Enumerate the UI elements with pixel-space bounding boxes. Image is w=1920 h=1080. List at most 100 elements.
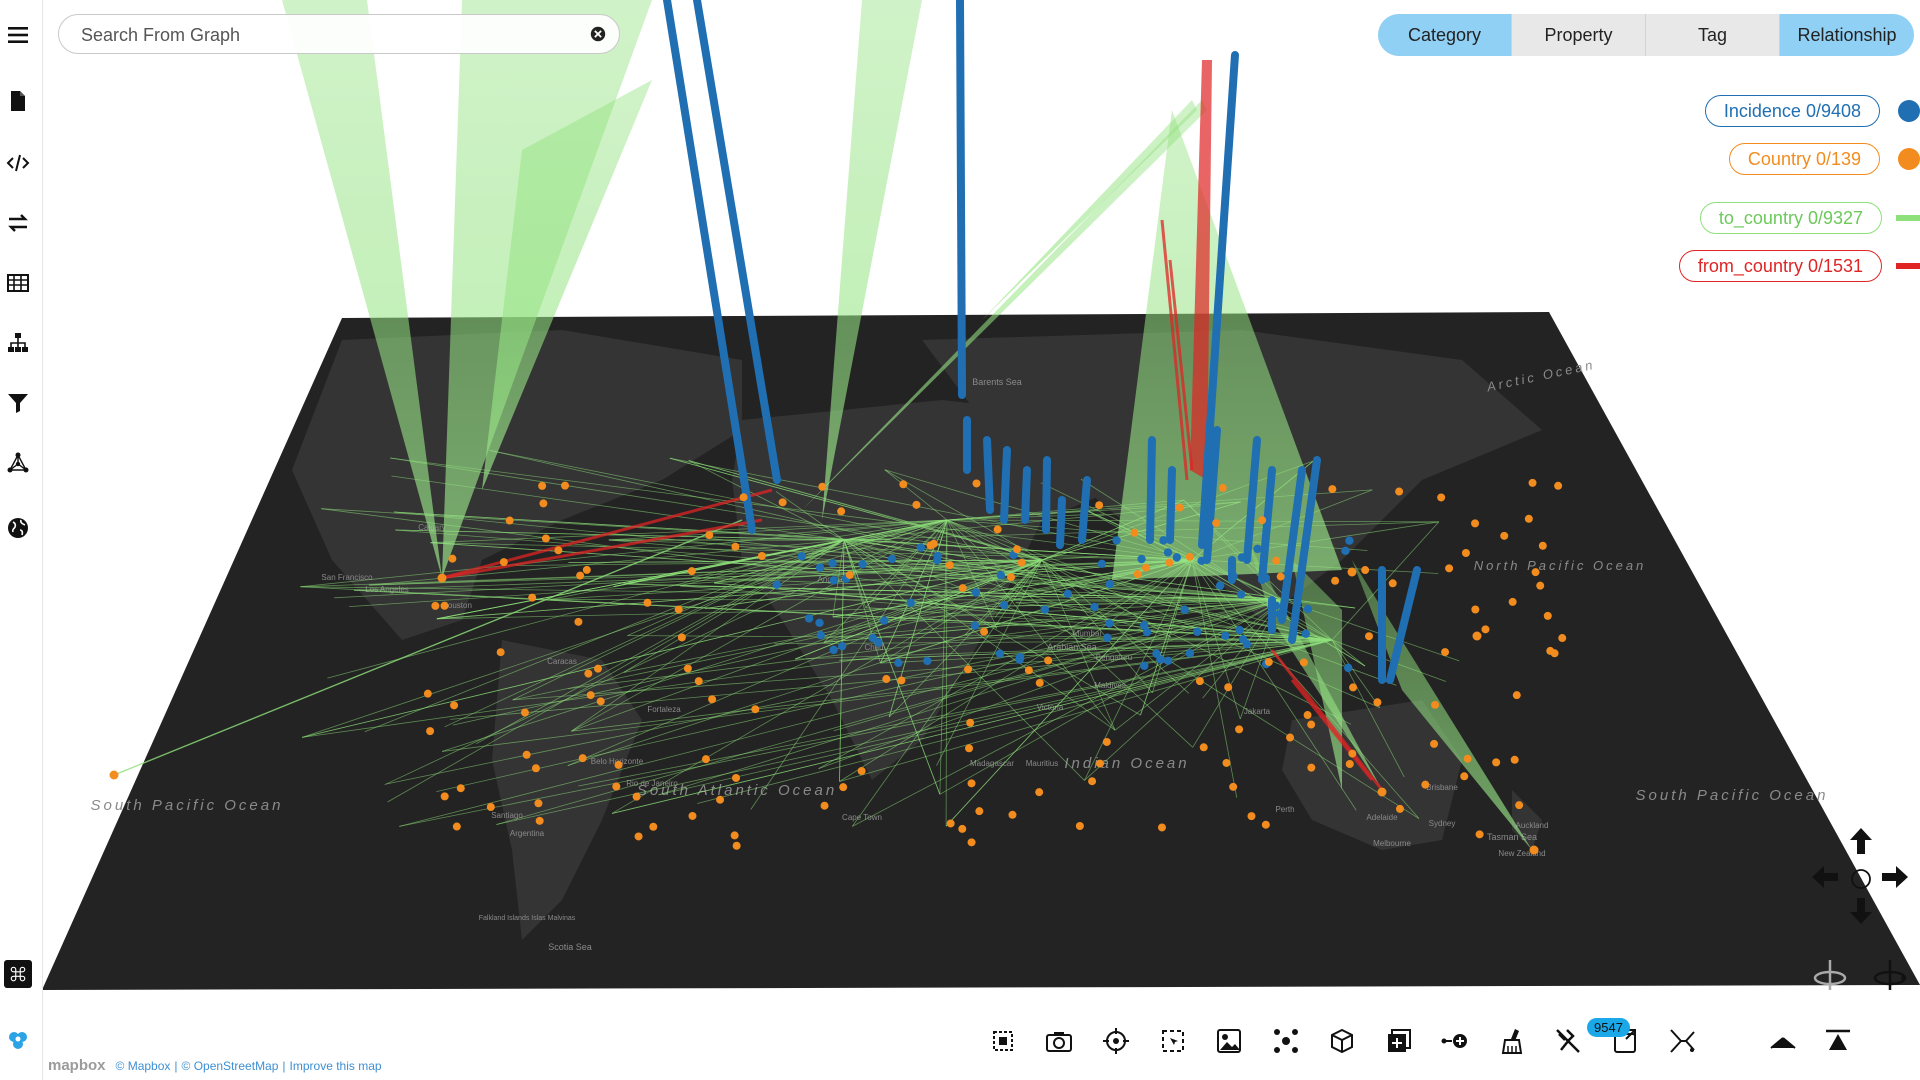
rotate-left-icon[interactable]	[1812, 958, 1848, 992]
pitch-up-icon[interactable]	[1821, 1024, 1855, 1058]
app-logo-icon[interactable]	[0, 1022, 36, 1058]
incidence-node	[797, 552, 807, 561]
country-node	[1235, 725, 1244, 734]
image-icon[interactable]	[1212, 1024, 1246, 1058]
country-node	[578, 754, 587, 763]
file-icon[interactable]	[0, 83, 36, 119]
osm-link[interactable]: © OpenStreetMap	[182, 1059, 279, 1073]
select-box-icon[interactable]	[986, 1024, 1020, 1058]
tab-tag[interactable]: Tag	[1646, 14, 1780, 56]
mapbox-link[interactable]: © Mapbox	[116, 1059, 171, 1073]
legend-label-from-country[interactable]: from_country 0/1531	[1678, 250, 1882, 282]
country-node	[576, 571, 585, 580]
country-node	[1130, 528, 1139, 537]
country-node	[778, 498, 787, 507]
legend-item-from-country[interactable]: from_country 0/1531	[1678, 250, 1920, 282]
clear-search-icon[interactable]	[589, 25, 607, 43]
country-node	[1224, 683, 1233, 692]
legend-label-country[interactable]: Country 0/139	[1728, 143, 1880, 175]
country-node	[1247, 812, 1256, 821]
country-node	[1512, 691, 1521, 700]
country-node	[926, 541, 935, 550]
reset-view-icon[interactable]	[1850, 868, 1872, 890]
country-node	[582, 565, 591, 574]
country-node	[596, 697, 605, 706]
tab-relationship[interactable]: Relationship	[1780, 14, 1914, 56]
add-layer-icon[interactable]	[1382, 1024, 1416, 1058]
country-node	[1264, 658, 1273, 667]
incidence-node	[1090, 602, 1099, 612]
add-node-icon[interactable]	[1438, 1024, 1472, 1058]
swap-icon[interactable]	[0, 205, 36, 241]
country-node	[539, 499, 548, 508]
country-node	[505, 516, 514, 525]
map-label: Argentina	[510, 829, 545, 838]
network-icon[interactable]	[0, 445, 36, 481]
country-node	[1008, 810, 1017, 819]
cluster-icon[interactable]	[1269, 1024, 1303, 1058]
graph-search[interactable]	[58, 14, 620, 55]
rotate-right-icon[interactable]	[1872, 958, 1908, 992]
country-node	[1460, 772, 1469, 781]
tab-category[interactable]: Category	[1378, 14, 1512, 56]
pan-left-icon[interactable]	[1812, 866, 1838, 888]
country-node	[634, 832, 643, 841]
code-icon[interactable]	[0, 145, 36, 181]
menu-icon[interactable]	[0, 17, 36, 53]
country-node	[554, 546, 563, 555]
improve-map-link[interactable]: Improve this map	[290, 1059, 382, 1073]
crosshair-icon[interactable]	[1099, 1024, 1133, 1058]
tab-property[interactable]: Property	[1512, 14, 1646, 56]
incidence-node	[1163, 656, 1173, 666]
cube-icon[interactable]	[1325, 1024, 1359, 1058]
incidence-node	[999, 600, 1009, 610]
legend-label-to-country[interactable]: to_country 0/9327	[1699, 202, 1882, 234]
pan-right-icon[interactable]	[1882, 866, 1908, 888]
mapbox-logo[interactable]: mapbox	[48, 1057, 106, 1074]
country-node	[757, 552, 766, 561]
country-node	[1515, 801, 1524, 810]
incidence-node	[829, 576, 839, 585]
map-label: South Pacific Ocean	[91, 797, 284, 814]
country-node	[732, 841, 741, 850]
incidence-pillar	[1021, 466, 1031, 524]
country-node	[574, 617, 583, 626]
pan-down-icon[interactable]	[1850, 898, 1872, 924]
country-node	[1510, 755, 1519, 764]
split-icon[interactable]	[1666, 1024, 1700, 1058]
country-node	[535, 816, 544, 825]
incidence-node	[1097, 559, 1107, 569]
hide-icon[interactable]	[1551, 1024, 1585, 1058]
pan-up-icon[interactable]	[1850, 828, 1872, 854]
incidence-node	[804, 614, 814, 623]
table-icon[interactable]	[0, 265, 36, 301]
country-node	[1421, 780, 1430, 789]
globe-icon[interactable]	[0, 510, 36, 546]
legend-label-incidence[interactable]: Incidence 0/9408	[1704, 95, 1880, 127]
brush-icon[interactable]	[1495, 1024, 1529, 1058]
search-input[interactable]	[79, 15, 563, 55]
command-icon[interactable]	[4, 960, 32, 988]
incidence-node	[1345, 536, 1354, 545]
incidence-node	[829, 645, 838, 655]
legend-item-incidence[interactable]: Incidence 0/9408	[1704, 95, 1920, 127]
incidence-node	[1063, 589, 1073, 598]
country-node	[1286, 733, 1295, 742]
map-stage[interactable]: Arctic Ocean North Pacific Ocean South Pac…	[42, 0, 1920, 1080]
incidence-node	[1215, 581, 1225, 590]
country-node	[1508, 597, 1517, 606]
map-canvas[interactable]: Arctic OceanNorth Pacific OceanSouth Pac…	[42, 0, 1920, 1080]
hierarchy-icon[interactable]	[0, 325, 36, 361]
pitch-down-icon[interactable]	[1766, 1024, 1800, 1058]
country-node	[1035, 678, 1044, 687]
legend-item-to-country[interactable]: to_country 0/9327	[1699, 202, 1920, 234]
legend-item-country[interactable]: Country 0/139	[1728, 143, 1920, 175]
camera-icon[interactable]	[1042, 1024, 1076, 1058]
country-node	[1307, 763, 1316, 772]
navigation-control	[1812, 828, 1908, 924]
country-node	[1531, 568, 1540, 577]
country-node	[1345, 759, 1354, 768]
frame-select-icon[interactable]	[1156, 1024, 1190, 1058]
country-node	[966, 718, 975, 727]
filter-icon[interactable]	[0, 385, 36, 421]
